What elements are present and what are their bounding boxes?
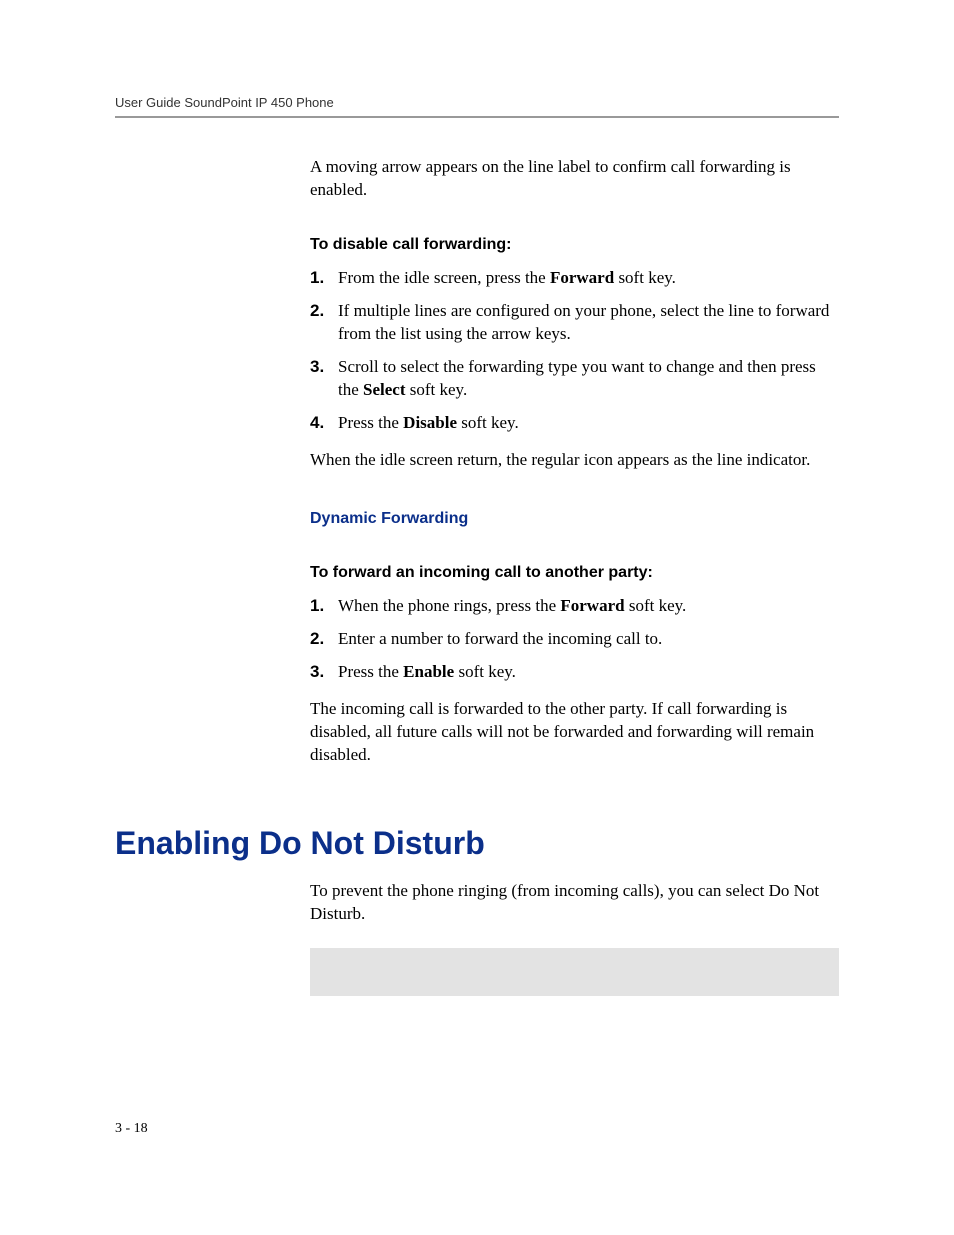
forward-incoming-after-paragraph: The incoming call is forwarded to the ot… (310, 698, 839, 767)
disable-after-paragraph: When the idle screen return, the regular… (310, 449, 839, 472)
list-item: Enter a number to forward the incoming c… (310, 628, 839, 651)
header-rule (115, 116, 839, 118)
dnd-content: To prevent the phone ringing (from incom… (310, 880, 839, 996)
disable-heading: To disable call forwarding: (310, 234, 839, 256)
forward-incoming-heading: To forward an incoming call to another p… (310, 562, 839, 584)
section-title-dnd: Enabling Do Not Disturb (115, 825, 839, 862)
forward-incoming-steps: When the phone rings, press the Forward … (310, 595, 839, 684)
list-item: Press the Enable soft key. (310, 661, 839, 684)
list-item: Press the Disable soft key. (310, 412, 839, 435)
running-header: User Guide SoundPoint IP 450 Phone (115, 95, 839, 110)
list-item: When the phone rings, press the Forward … (310, 595, 839, 618)
list-item: From the idle screen, press the Forward … (310, 267, 839, 290)
list-item: Scroll to select the forwarding type you… (310, 356, 839, 402)
note-box (310, 948, 839, 996)
body-content: A moving arrow appears on the line label… (310, 156, 839, 767)
disable-steps: From the idle screen, press the Forward … (310, 267, 839, 435)
intro-paragraph: A moving arrow appears on the line label… (310, 156, 839, 202)
dnd-intro-paragraph: To prevent the phone ringing (from incom… (310, 880, 839, 926)
list-item: If multiple lines are configured on your… (310, 300, 839, 346)
page-number: 3 - 18 (115, 1121, 148, 1137)
dynamic-forwarding-heading: Dynamic Forwarding (310, 508, 839, 530)
